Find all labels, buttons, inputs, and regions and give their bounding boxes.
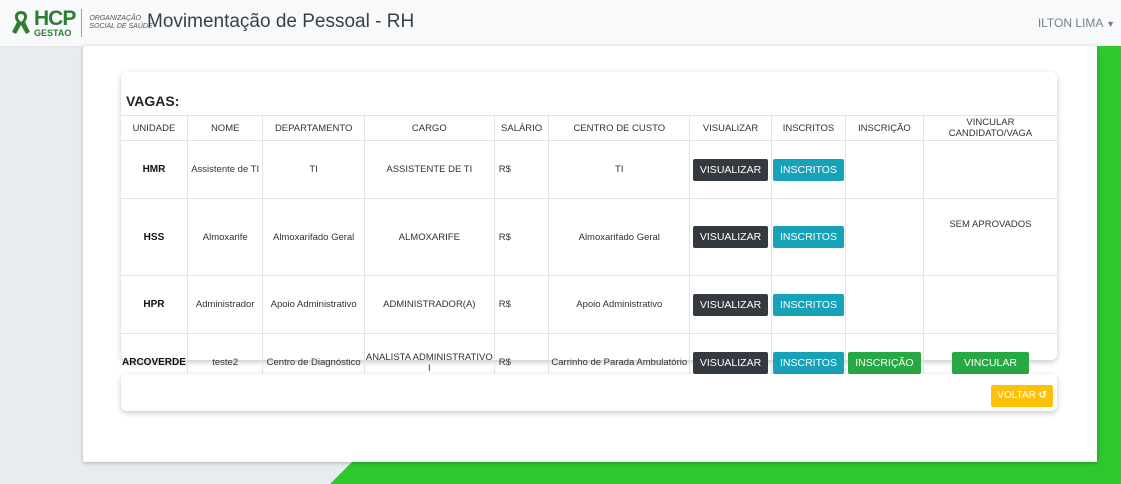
cell-inscricao [844,198,924,276]
section-title: VAGAS: [126,93,180,109]
inscritos-button[interactable]: INSCRITOS [772,226,844,248]
cell-visualizar: VISUALIZAR [689,198,772,276]
column-header: CARGO [363,115,495,141]
cell-nome: Administrador [186,275,263,334]
cell-inscricao [844,275,924,334]
column-header: INSCRITOS [770,115,846,141]
inscritos-button[interactable]: INSCRITOS [772,293,844,316]
user-name: ILTON LIMA [1037,16,1103,30]
caret-down-icon: ▼ [1106,19,1115,29]
decorative-green-band-bottom [330,462,1121,484]
undo-icon: ↺ [1038,390,1047,401]
cell-departamento: TI [262,140,365,199]
cell-salario: R$ [493,275,549,334]
visualizar-button[interactable]: VISUALIZAR [692,226,769,248]
cell-unidade: HMR [121,140,188,199]
logo-divider [81,9,83,37]
page-title: Movimentação de Pessoal - RH [147,11,415,32]
org-line-2: SOCIAL DE SAÚDE [89,23,153,30]
column-header: CENTRO DE CUSTO [548,115,690,141]
logo-subtext: GESTAO [34,27,72,38]
cell-departamento: Apoio Administrativo [262,275,365,334]
visualizar-button[interactable]: VISUALIZAR [692,293,769,316]
inscritos-button[interactable]: INSCRITOS [772,158,844,181]
cell-visualizar: VISUALIZAR [689,140,772,199]
logo-text: HCP [34,6,76,30]
column-header: NOME [186,115,263,141]
cell-centro-custo: TI [548,140,690,199]
cell-inscricao [844,140,924,199]
decorative-green-band [1097,46,1121,484]
column-header: DEPARTAMENTO [262,115,365,141]
visualizar-button[interactable]: VISUALIZAR [692,351,769,374]
table-row: HSS Almoxarife Almoxarifado Geral ALMOXA… [121,198,1057,276]
visualizar-button[interactable]: VISUALIZAR [692,158,769,181]
inscritos-button[interactable]: INSCRITOS [772,351,844,374]
cell-nome: Assistente de TI [186,140,263,199]
ribbon-icon [8,8,34,38]
column-header: SALÁRIO [493,115,549,141]
vagas-table: UNIDADE NOME DEPARTAMENTO CARGO SALÁRIO … [121,115,1057,392]
cell-unidade: HSS [121,198,188,276]
vincular-button[interactable]: VINCULAR [951,351,1029,374]
cell-unidade: HPR [121,275,188,334]
column-header: VISUALIZAR [689,115,772,141]
inscricao-button[interactable]: INSCRIÇÃO [848,351,921,374]
table-row: HMR Assistente de TI TI ASSISTENTE DE TI… [121,140,1057,199]
cell-vincular: SEM APROVADOS [922,198,1057,276]
org-line-1: ORGANIZAÇÃO [89,15,142,22]
cell-vincular [922,275,1057,334]
column-header: VINCULAR CANDIDATO/VAGA [922,115,1057,141]
cell-inscritos: INSCRITOS [770,198,846,276]
voltar-label: VOLTAR [997,390,1036,401]
top-navbar: HCP GESTAO ORGANIZAÇÃO SOCIAL DE SAÚDE M… [0,0,1121,47]
table-row: HPR Administrador Apoio Administrativo A… [121,275,1057,334]
vagas-card: VAGAS: UNIDADE NOME DEPARTAMENTO CARGO S… [121,72,1057,392]
brand-logo[interactable]: HCP GESTAO ORGANIZAÇÃO SOCIAL DE SAÚDE [8,8,153,38]
cell-nome: Almoxarife [186,198,263,276]
user-menu[interactable]: ILTON LIMA ▼ [1038,16,1115,30]
cell-visualizar: VISUALIZAR [689,275,772,334]
actions-card: VOLTAR ↺ [121,374,1057,411]
cell-cargo: ADMINISTRADOR(A) [363,275,495,334]
cell-salario: R$ [493,198,549,276]
cell-centro-custo: Almoxarifado Geral [548,198,690,276]
column-header: INSCRIÇÃO [844,115,924,141]
cell-vincular [922,140,1057,199]
cell-inscritos: INSCRITOS [770,275,846,334]
column-header: UNIDADE [121,115,188,141]
cell-departamento: Almoxarifado Geral [262,198,365,276]
cell-cargo: ALMOXARIFE [363,198,495,276]
voltar-button[interactable]: VOLTAR ↺ [991,385,1053,407]
cell-centro-custo: Apoio Administrativo [548,275,690,334]
cell-cargo: ASSISTENTE DE TI [363,140,495,199]
table-header-row: UNIDADE NOME DEPARTAMENTO CARGO SALÁRIO … [121,115,1057,141]
cell-salario: R$ [493,140,549,199]
cell-inscritos: INSCRITOS [770,140,846,199]
